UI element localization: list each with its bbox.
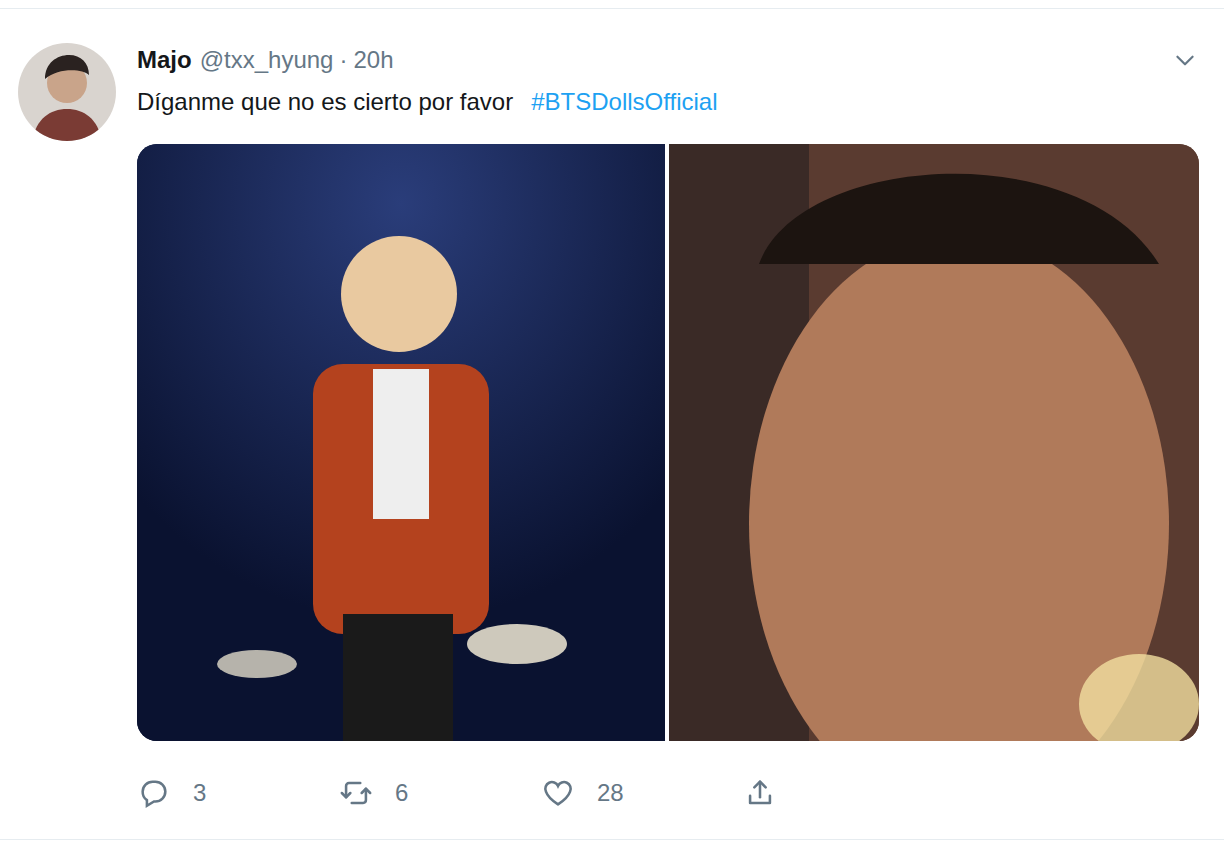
separator: · <box>339 45 347 75</box>
tweet-body: Majo @txx_hyung·20h Díganme que no es cier… <box>116 9 1224 839</box>
avatar[interactable] <box>18 43 116 141</box>
retweet-count: 6 <box>395 778 408 808</box>
reply-icon[interactable] <box>137 776 171 810</box>
action-bar: 3 6 28 <box>137 777 1200 809</box>
author-name[interactable]: Majo <box>137 45 192 75</box>
media-grid[interactable] <box>137 144 1199 741</box>
avatar-column <box>0 9 116 839</box>
hashtag-link[interactable]: #BTSDollsOfficial <box>531 88 717 115</box>
tweet-card[interactable]: Majo @txx_hyung·20h Díganme que no es cier… <box>0 8 1224 840</box>
tweet-header: Majo @txx_hyung·20h <box>137 45 1200 75</box>
tweet-time[interactable]: 20h <box>353 45 393 75</box>
share-icon[interactable] <box>743 776 777 810</box>
media-photo[interactable] <box>669 144 1199 741</box>
retweet-icon[interactable] <box>339 776 373 810</box>
chevron-down-icon[interactable] <box>1170 45 1200 75</box>
tweet-text: Díganme que no es cierto por favor #BTSDo… <box>137 87 1200 117</box>
like-count: 28 <box>597 778 624 808</box>
retweet-button[interactable]: 6 <box>339 776 541 810</box>
media-photo[interactable] <box>137 144 665 741</box>
like-button[interactable]: 28 <box>541 776 743 810</box>
like-icon[interactable] <box>541 776 575 810</box>
author-handle[interactable]: @txx_hyung <box>200 45 334 75</box>
reply-button[interactable]: 3 <box>137 776 339 810</box>
tweet-text-body: Díganme que no es cierto por favor <box>137 88 513 115</box>
share-button[interactable] <box>743 776 945 810</box>
reply-count: 3 <box>193 778 206 808</box>
